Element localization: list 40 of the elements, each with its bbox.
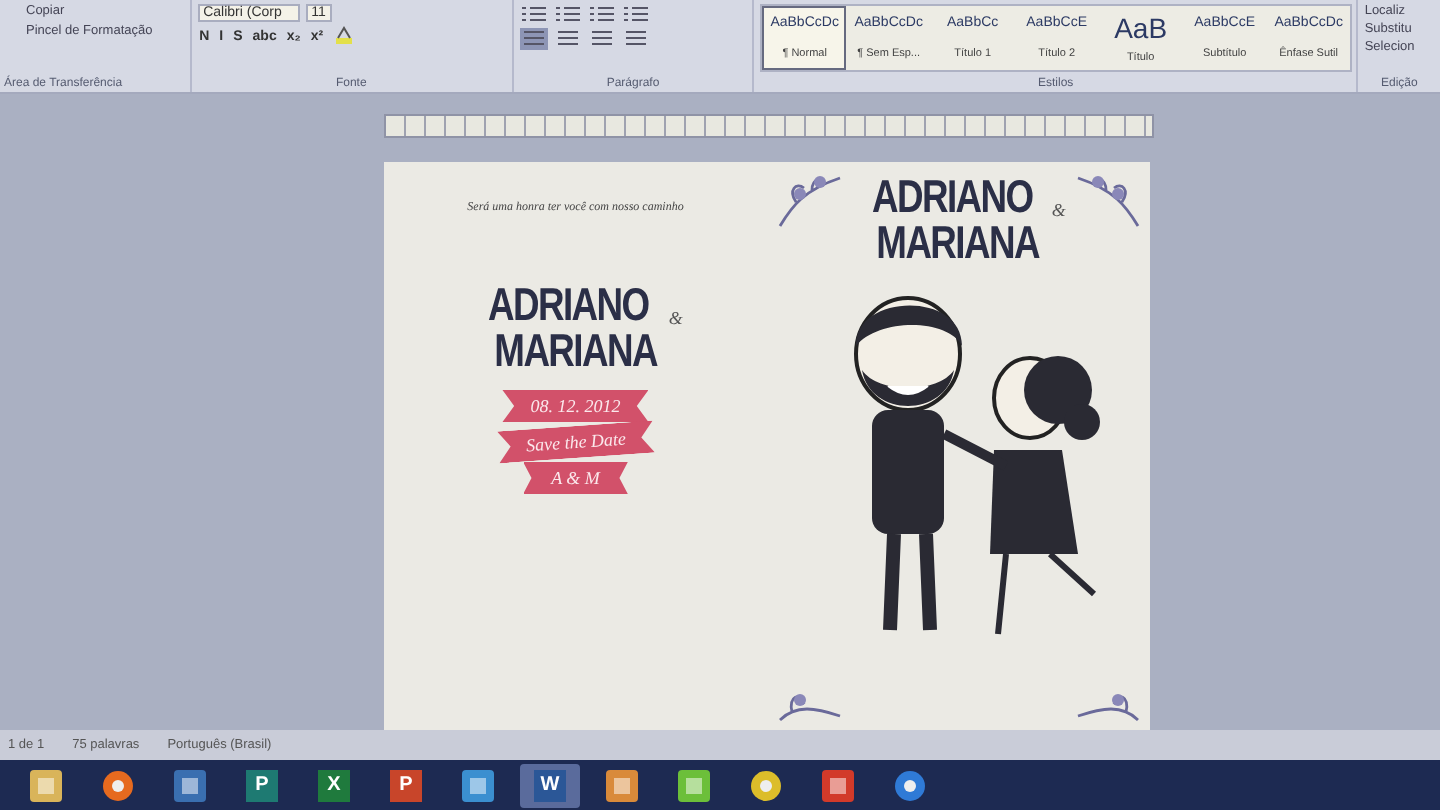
ribbon-banner: A & M xyxy=(523,462,628,494)
ribbon-banner: Save the Date xyxy=(496,420,655,464)
ribbon-banner: 08. 12. 2012 xyxy=(502,390,649,422)
style-preview: AaB xyxy=(1114,12,1168,44)
app-circle-icon xyxy=(750,769,782,801)
list-icon[interactable] xyxy=(519,4,548,24)
bride-name: MARIANA xyxy=(494,328,657,374)
app-letter-icon: W xyxy=(534,769,566,801)
align-icon[interactable] xyxy=(553,28,582,50)
app-square-icon xyxy=(30,769,62,801)
app-square-icon xyxy=(174,769,206,801)
app-square-icon xyxy=(822,769,854,801)
taskbar-app-button[interactable]: P xyxy=(376,763,436,807)
app-circle-icon xyxy=(102,769,134,801)
groom-name: ADRIANO xyxy=(871,174,1032,220)
align-icon[interactable] xyxy=(587,28,616,50)
app-square-icon xyxy=(606,769,638,801)
app-square-icon xyxy=(678,769,710,801)
ampersand: & xyxy=(1051,202,1066,220)
highlight-icon[interactable] xyxy=(331,26,356,46)
floral-ornament xyxy=(775,692,843,722)
taskbar-app-button[interactable]: W xyxy=(520,763,580,807)
bride-name: MARIANA xyxy=(877,220,1040,266)
list-icon[interactable] xyxy=(587,4,616,24)
align-icon[interactable] xyxy=(621,28,650,50)
app-letter-icon: P xyxy=(246,769,278,801)
floral-ornament xyxy=(1074,692,1142,722)
list-icon[interactable] xyxy=(621,4,650,24)
app-circle-icon xyxy=(894,769,926,801)
app-letter-icon: P xyxy=(390,769,422,801)
floral-ornament xyxy=(1074,170,1142,230)
taskbar-app-button[interactable]: X xyxy=(304,763,364,807)
floral-ornament xyxy=(775,170,843,230)
align-icon[interactable] xyxy=(519,28,548,50)
list-icon[interactable] xyxy=(553,4,582,24)
groom-name: ADRIANO xyxy=(488,282,649,328)
ampersand: & xyxy=(668,310,683,328)
taskbar-app-button[interactable]: P xyxy=(232,763,292,807)
app-square-icon xyxy=(462,769,494,801)
app-letter-icon: X xyxy=(318,769,350,801)
